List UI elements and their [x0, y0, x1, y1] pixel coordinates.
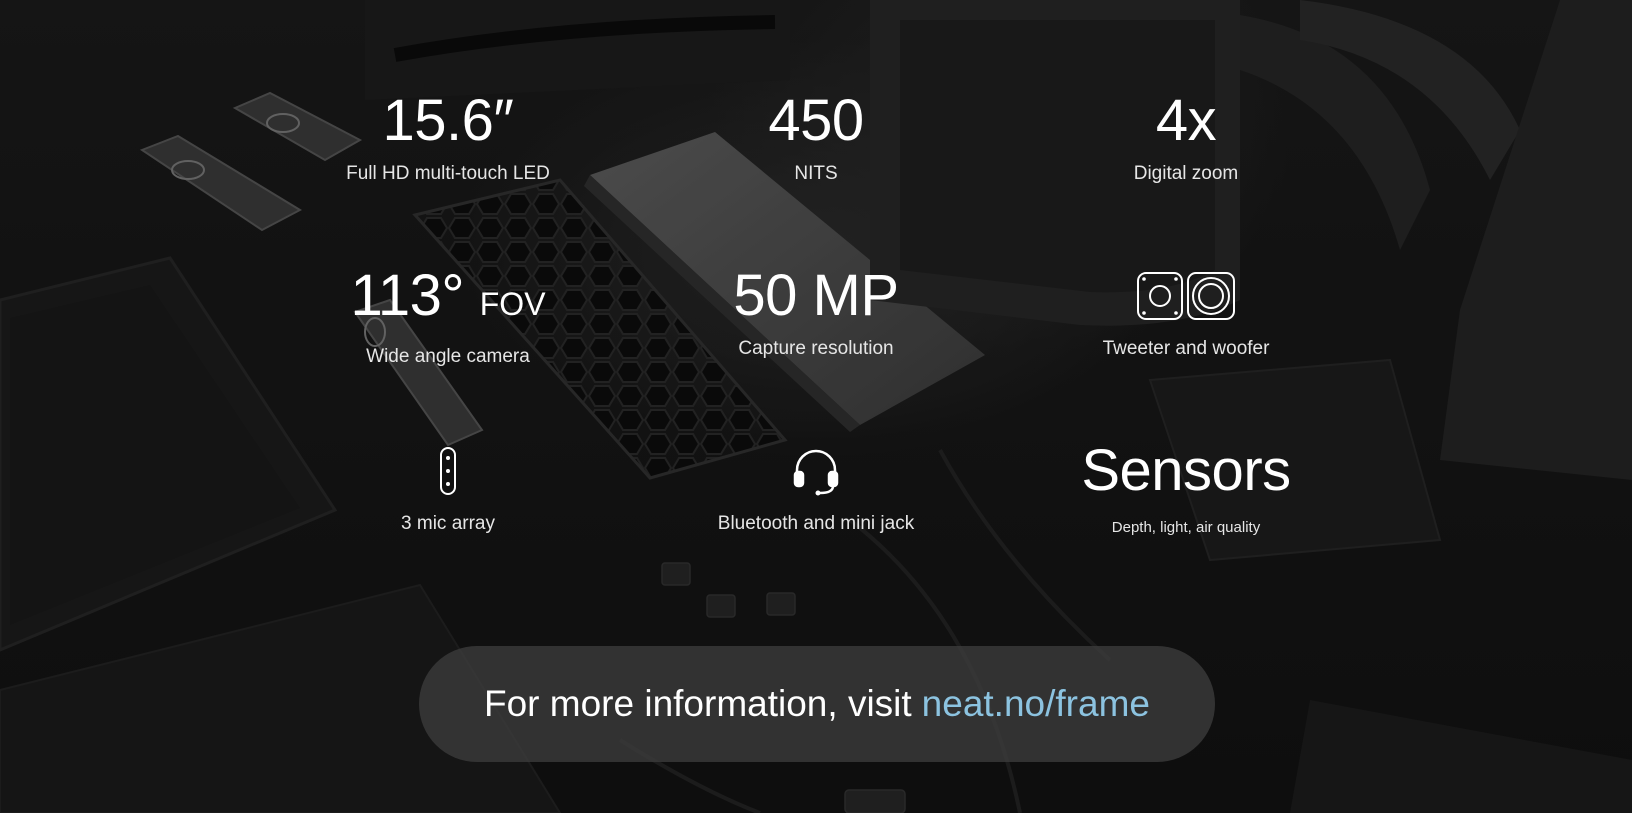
spec-resolution-label: Capture resolution [738, 338, 894, 359]
spec-sensors-label: Depth, light, air quality [1111, 519, 1261, 536]
spec-zoom: 4x Digital zoom [1026, 88, 1346, 186]
spec-resolution: 50 MP Capture resolution [656, 263, 976, 361]
product-specs-slide: 15.6″ Full HD multi-touch LED 450 NITS 4… [0, 0, 1632, 813]
spec-brightness-value: 450 [768, 88, 864, 153]
spec-fov-label: Wide angle camera [366, 346, 530, 367]
spec-zoom-value: 4x [1155, 88, 1217, 153]
spec-fov-value: 113° FOV [288, 263, 608, 337]
spec-fov-number: 113° [350, 263, 465, 328]
spec-speakers-label: Tweeter and woofer [1102, 338, 1270, 359]
spec-sensors-value: Sensors [1081, 438, 1291, 503]
more-info-banner: For more information, visit neat.no/fram… [419, 646, 1215, 762]
spec-audio-label: Bluetooth and mini jack [717, 513, 915, 534]
spec-zoom-label: Digital zoom [1133, 163, 1239, 184]
headset-icon [656, 438, 976, 504]
spec-resolution-value: 50 MP [733, 263, 899, 328]
spec-sensors: Sensors Depth, light, air quality [1026, 438, 1346, 540]
spec-speakers: Tweeter and woofer [1026, 263, 1346, 361]
speaker-icon [1026, 263, 1346, 329]
spec-display: 15.6″ Full HD multi-touch LED [288, 88, 608, 186]
spec-brightness: 450 NITS [656, 88, 976, 186]
spec-display-value: 15.6″ [382, 88, 514, 153]
spec-fov-unit: FOV [479, 286, 546, 322]
spec-mics: 3 mic array [288, 438, 608, 536]
spec-mics-label: 3 mic array [401, 513, 495, 534]
microphone-icon [288, 438, 608, 504]
spec-display-label: Full HD multi-touch LED [346, 163, 550, 184]
more-info-link[interactable]: neat.no/frame [922, 683, 1150, 725]
spec-audio: Bluetooth and mini jack [656, 438, 976, 536]
spec-brightness-label: NITS [794, 163, 838, 184]
spec-fov: 113° FOV Wide angle camera [288, 263, 608, 369]
more-info-text: For more information, visit [484, 683, 912, 724]
